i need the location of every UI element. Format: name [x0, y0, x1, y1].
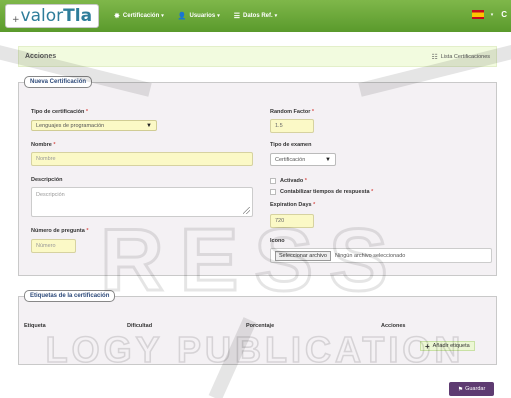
- top-navbar: + valor Tla ✸ Certificación ▾ 👤 Usuarios …: [0, 0, 511, 32]
- plus-icon: +: [425, 341, 430, 351]
- numero-pregunta-placeholder: Número: [36, 243, 56, 249]
- new-certification-fieldset: Nueva Certificación: [18, 76, 497, 276]
- file-status: Ningún archivo seleccionado: [335, 252, 406, 259]
- save-icon: ⚑: [457, 386, 464, 393]
- col-dificultad: Dificultad: [127, 323, 153, 329]
- brand-suffix: Tla: [63, 6, 93, 26]
- random-factor-input[interactable]: 1.5: [270, 119, 314, 133]
- nav-right-letter[interactable]: C: [501, 10, 507, 19]
- nombre-label: Nombre *: [31, 142, 56, 148]
- nav-usuarios-label: Usuarios: [189, 13, 216, 19]
- save-label: Guardar: [465, 386, 486, 392]
- caret-down-icon: ▼: [325, 156, 331, 163]
- contabilizar-checkbox[interactable]: [270, 189, 276, 195]
- descripcion-textarea[interactable]: Descripción: [31, 187, 253, 217]
- activado-checkbox[interactable]: [270, 178, 276, 184]
- col-acciones: Acciones: [381, 323, 406, 329]
- nombre-placeholder: Nombre: [36, 156, 56, 162]
- list-icon: ☷: [431, 53, 438, 61]
- activado-row[interactable]: Activado *: [270, 178, 307, 184]
- nav-menu: ✸ Certificación ▾ 👤 Usuarios ▾ ☰ Datos R…: [114, 12, 291, 20]
- nav-datos-ref-label: Datos Ref.: [242, 13, 273, 19]
- tipo-certificacion-value: Lenguajes de programación: [36, 122, 105, 129]
- resize-grip-icon[interactable]: [243, 207, 250, 214]
- add-tag-label: Añadir etiqueta: [432, 343, 470, 349]
- descripcion-label: Descripción: [31, 177, 63, 183]
- save-button[interactable]: ⚑ Guardar: [449, 382, 494, 396]
- brand-prefix: valor: [20, 6, 64, 26]
- page-title: Acciones: [25, 53, 57, 60]
- user-icon: 👤: [177, 13, 187, 20]
- random-factor-value: 1.5: [275, 123, 283, 129]
- random-factor-label: Random Factor *: [270, 109, 315, 115]
- caret-down-icon: ▾: [274, 13, 278, 19]
- tipo-certificacion-label: Tipo de certificación *: [31, 109, 89, 115]
- list-icon: ☰: [233, 13, 240, 20]
- numero-pregunta-label: Número de pregunta *: [31, 228, 89, 234]
- brand-logo[interactable]: + valor Tla: [5, 4, 100, 28]
- nav-certificacion-label: Certificación: [122, 13, 160, 19]
- lista-certificaciones-label: Lista Certificaciones: [440, 53, 490, 60]
- descripcion-placeholder: Descripción: [36, 192, 65, 198]
- new-certification-legend: Nueva Certificación: [24, 76, 93, 88]
- caret-down-icon[interactable]: ▾: [491, 12, 494, 18]
- col-etiqueta: Etiqueta: [24, 323, 46, 329]
- nav-datos-ref[interactable]: ☰ Datos Ref. ▾: [234, 12, 277, 20]
- nav-certificacion[interactable]: ✸ Certificación ▾: [114, 12, 164, 20]
- nombre-input[interactable]: Nombre: [31, 152, 253, 166]
- caret-down-icon: ▾: [217, 13, 220, 19]
- activado-label: Activado: [280, 178, 304, 184]
- tipo-examen-value: Certificación: [275, 156, 306, 163]
- select-file-button[interactable]: Seleccionar archivo: [275, 250, 331, 261]
- star-icon: ✸: [114, 13, 120, 20]
- brand-plus: +: [12, 15, 20, 25]
- spain-flag-icon[interactable]: [471, 10, 484, 19]
- caret-down-icon: ▼: [146, 122, 152, 129]
- tipo-certificacion-select[interactable]: Lenguajes de programación ▼: [31, 120, 157, 131]
- tipo-examen-select[interactable]: Certificación ▼: [270, 153, 336, 166]
- numero-pregunta-input[interactable]: Número: [31, 239, 76, 253]
- page-header: Acciones ☷ Lista Certificaciones: [18, 46, 497, 67]
- tags-legend: Etiquetas de la certificación: [24, 290, 116, 302]
- expiration-label: Expiration Days *: [270, 202, 316, 208]
- icono-label: Icono: [270, 238, 285, 244]
- add-tag-button[interactable]: + Añadir etiqueta: [420, 341, 475, 351]
- lista-certificaciones-link[interactable]: ☷ Lista Certificaciones: [432, 53, 491, 61]
- expiration-input[interactable]: 720: [270, 214, 314, 228]
- contabilizar-label: Contabilizar tiempos de respuesta: [280, 189, 370, 195]
- tipo-examen-label: Tipo de examen: [270, 142, 312, 148]
- contabilizar-row[interactable]: Contabilizar tiempos de respuesta *: [270, 189, 373, 195]
- nav-usuarios[interactable]: 👤 Usuarios ▾: [178, 12, 220, 20]
- icono-file-input[interactable]: Seleccionar archivo Ningún archivo selec…: [270, 248, 492, 263]
- caret-down-icon: ▾: [161, 13, 164, 19]
- expiration-value: 720: [275, 218, 285, 224]
- nav-right: ▾ C: [471, 10, 507, 19]
- col-porcentaje: Porcentaje: [246, 323, 275, 329]
